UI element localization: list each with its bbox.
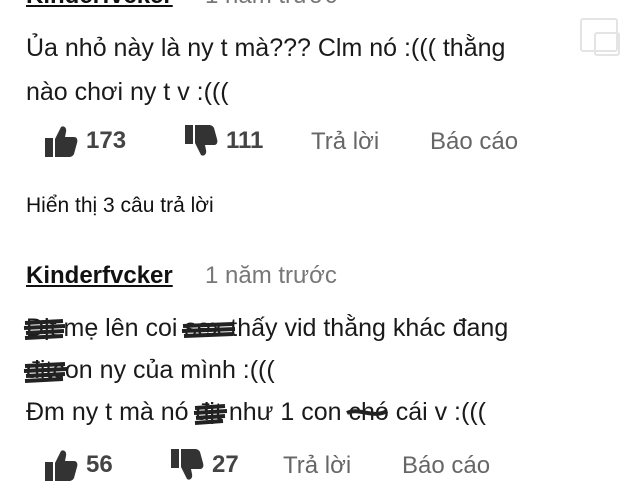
show-replies-link[interactable]: Hiển thị 3 câu trả lời	[26, 194, 214, 218]
thumbs-down-icon	[171, 449, 204, 480]
comment-text-line: Ủa nhỏ này là ny t mà??? Clm nó :((( thằ…	[26, 34, 506, 62]
reply-button[interactable]: Trả lời	[283, 452, 351, 480]
thumbs-down-icon	[185, 125, 218, 156]
dislike-count: 111	[226, 127, 264, 154]
dislike-button[interactable]: 111	[184, 124, 263, 158]
comment-time: 1 năm trước	[205, 0, 337, 10]
picture-in-picture-icon[interactable]	[580, 18, 620, 56]
reply-text-line: địt con ny của mình :(((	[23, 350, 275, 390]
censored-word: Địt	[23, 308, 66, 348]
report-button[interactable]: Báo cáo	[430, 128, 518, 156]
comment-text-line: nào chơi ny t v :(((	[26, 78, 229, 106]
comment-author[interactable]: Kinderfvcker	[26, 0, 173, 10]
reply-author[interactable]: Kinderfvcker	[26, 262, 173, 290]
reply-text-line: Đm ny t mà nó địt như 1 con chó cái v :(…	[26, 392, 486, 432]
like-count: 173	[86, 127, 127, 154]
reply-button[interactable]: Trả lời	[311, 128, 379, 156]
reply-text-line: Địt mẹ lên coi sex thấy vid thằng khác đ…	[23, 308, 508, 348]
thumbs-up-icon	[45, 450, 78, 481]
dislike-button[interactable]: 27	[170, 448, 239, 482]
like-button[interactable]: 173	[44, 124, 126, 158]
report-button[interactable]: Báo cáo	[402, 452, 490, 480]
reply-time: 1 năm trước	[205, 262, 337, 289]
censored-word: địt	[193, 392, 227, 432]
thumbs-up-icon	[45, 126, 78, 157]
censored-word: địt	[23, 350, 68, 390]
dislike-count: 27	[212, 451, 239, 478]
censored-word: chó	[346, 398, 389, 426]
like-button[interactable]: 56	[44, 448, 113, 482]
like-count: 56	[86, 451, 113, 478]
censored-word: sex	[182, 308, 236, 348]
